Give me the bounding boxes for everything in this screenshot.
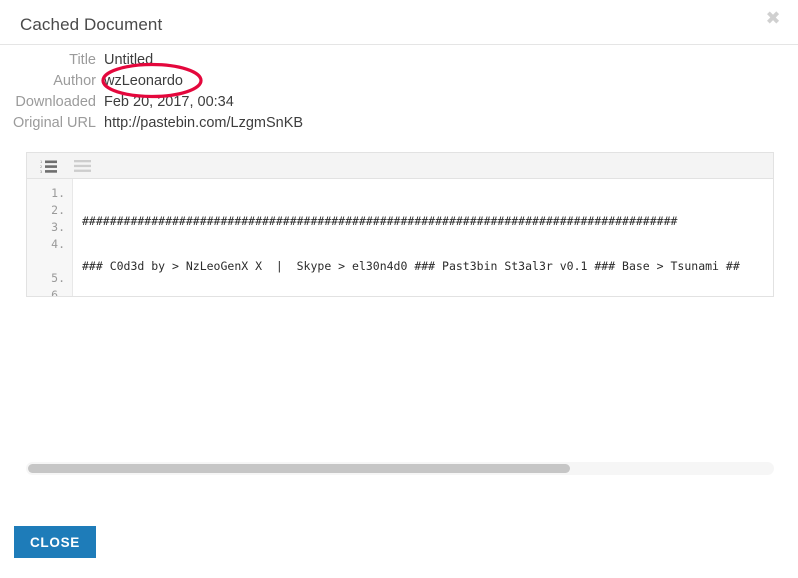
meta-value-original-url[interactable]: http://pastebin.com/LzgmSnKB xyxy=(104,113,303,134)
horizontal-scrollbar-thumb[interactable] xyxy=(28,464,570,473)
line-number: 5. xyxy=(51,271,65,285)
meta-row-original-url: Original URL http://pastebin.com/LzgmSnK… xyxy=(0,113,520,134)
code-body: 1. 2. 3. 4. 5. 6. 7. ###################… xyxy=(27,179,773,297)
svg-text:3: 3 xyxy=(40,169,42,172)
meta-label-author: Author xyxy=(53,73,96,89)
code-line: ### C0d3d by > NzLeoGenX X | Skype > el3… xyxy=(82,259,740,273)
line-number: 6. xyxy=(51,288,65,297)
code-content[interactable]: ########################################… xyxy=(73,179,773,296)
close-button[interactable]: CLOSE xyxy=(14,526,96,558)
line-number: 4. xyxy=(51,237,65,251)
code-line: ########################################… xyxy=(82,214,678,228)
meta-row-author: Author wzLeonardo xyxy=(0,71,520,92)
svg-text:2: 2 xyxy=(40,165,42,169)
meta-value-title: Untitled xyxy=(104,52,154,68)
horizontal-scrollbar[interactable] xyxy=(26,462,774,475)
ordered-list-icon[interactable]: 1 2 3 xyxy=(31,154,65,177)
document-metadata: Title Untitled Author wzLeonardo Downloa… xyxy=(0,50,520,134)
svg-text:1: 1 xyxy=(40,160,42,164)
meta-label-original-url: Original URL xyxy=(13,115,96,131)
code-viewer: 1 2 3 1. 2. 3. 4. 5. 6. 7. xyxy=(26,152,774,297)
meta-row-title: Title Untitled xyxy=(0,50,520,71)
meta-label-downloaded: Downloaded xyxy=(15,94,96,110)
code-viewer-toolbar: 1 2 3 xyxy=(27,153,773,179)
modal-header: Cached Document ✖ xyxy=(0,0,798,45)
line-number: 3. xyxy=(51,220,65,234)
line-number: 2. xyxy=(51,203,65,217)
line-number-gutter: 1. 2. 3. 4. 5. 6. 7. xyxy=(27,179,73,297)
plain-list-icon[interactable] xyxy=(65,154,99,177)
line-number-wrap-spacer xyxy=(27,253,65,270)
page-title: Cached Document xyxy=(20,15,163,34)
meta-label-title: Title xyxy=(69,52,96,68)
line-number: 1. xyxy=(51,186,65,200)
meta-row-downloaded: Downloaded Feb 20, 2017, 00:34 xyxy=(0,92,520,113)
close-icon[interactable]: ✖ xyxy=(762,8,784,30)
meta-value-downloaded: Feb 20, 2017, 00:34 xyxy=(104,94,234,110)
meta-value-author: wzLeonardo xyxy=(104,73,183,89)
